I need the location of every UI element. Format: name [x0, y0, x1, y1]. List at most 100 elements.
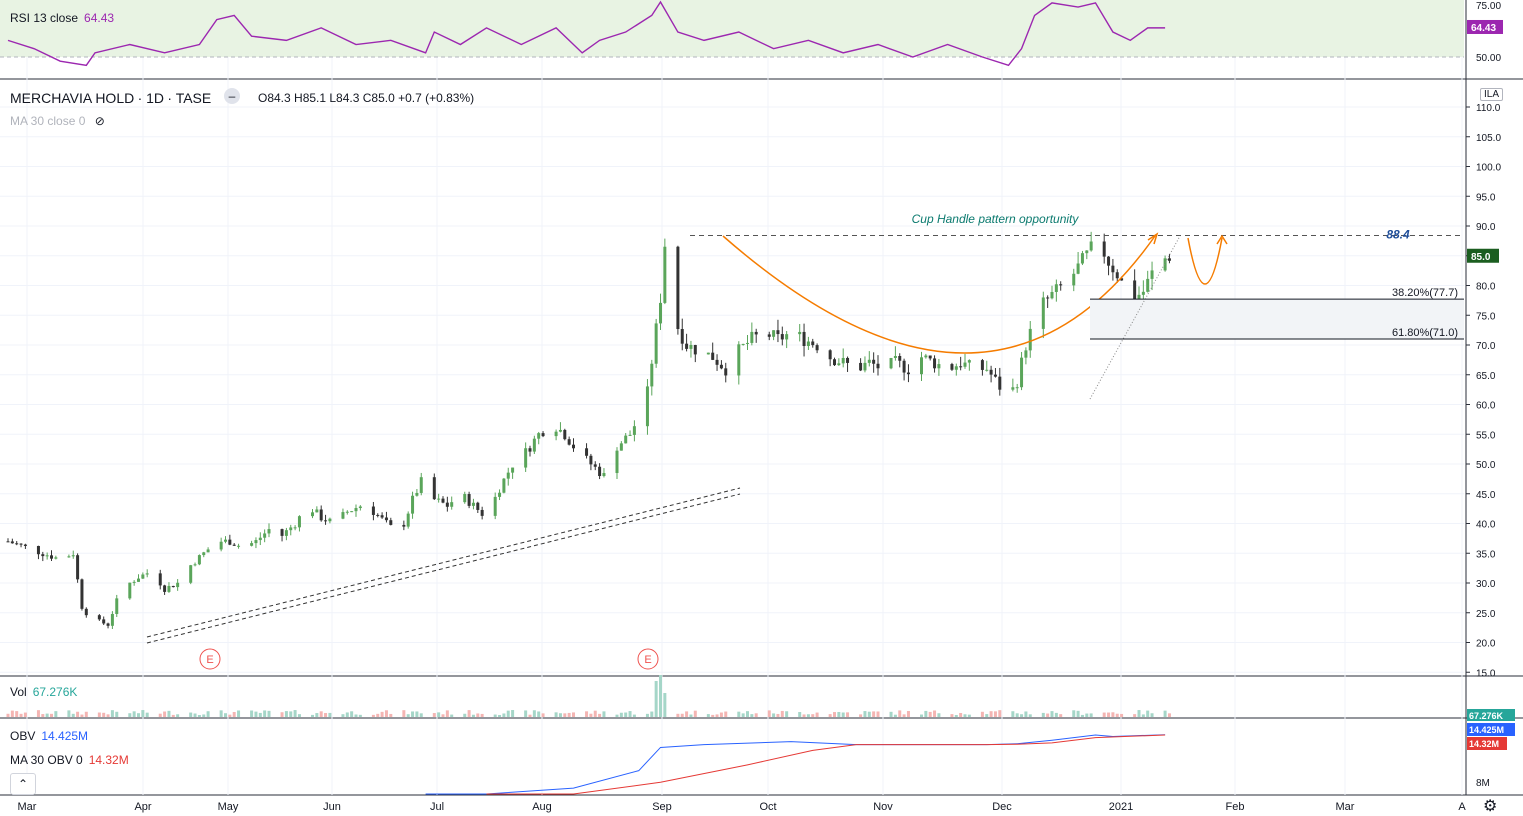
- rsi-legend[interactable]: RSI 13 close 64.43: [10, 11, 114, 25]
- volume-bar: [776, 713, 780, 717]
- volume-bar: [1011, 711, 1015, 717]
- volume-bar: [746, 711, 749, 717]
- candle-body: [689, 344, 693, 349]
- candle-body: [1133, 280, 1137, 302]
- volume-bar: [780, 710, 784, 717]
- volume-bar: [615, 714, 619, 717]
- candle-body: [980, 360, 984, 370]
- rsi-value: 64.43: [84, 11, 115, 25]
- volume-bar: [1028, 714, 1032, 717]
- volume-bar: [906, 710, 910, 717]
- candle-body: [1107, 256, 1111, 266]
- candle-body: [1111, 265, 1115, 273]
- eye-off-icon[interactable]: ⊘: [95, 114, 105, 128]
- interval[interactable]: 1D: [146, 90, 164, 106]
- volume-bar: [102, 712, 106, 717]
- volume-bar: [724, 711, 728, 717]
- candle-body: [445, 502, 449, 507]
- candle-body: [985, 369, 989, 371]
- handle-curve: [1187, 237, 1223, 285]
- volume-bar: [802, 714, 806, 717]
- obv-ma-legend[interactable]: MA 30 OBV 0 14.32M: [10, 753, 129, 767]
- candle-body: [97, 615, 101, 620]
- candle-body: [297, 516, 301, 528]
- volume-bar: [663, 693, 667, 717]
- candle-body: [228, 539, 232, 545]
- price-chart[interactable]: 88.4 Cup Handle pattern opportunity 38.20%…: [0, 0, 1523, 814]
- candle-body: [76, 555, 80, 580]
- candle-body: [645, 386, 649, 427]
- volume-bar: [993, 711, 997, 717]
- candle-body: [480, 509, 484, 516]
- candle-body: [267, 529, 271, 534]
- gear-icon[interactable]: ⚙: [1483, 796, 1497, 816]
- volume-bar: [54, 711, 58, 717]
- candle-body: [602, 473, 606, 477]
- candle-body: [889, 357, 893, 369]
- candle-body: [998, 376, 1002, 390]
- volume-bar: [654, 681, 658, 717]
- symbol-name[interactable]: MERCHAVIA HOLD: [10, 90, 134, 106]
- volume-bar: [872, 711, 876, 717]
- volume-legend[interactable]: Vol 67.276K: [10, 685, 77, 699]
- obv-ma-value: 14.32M: [88, 753, 129, 767]
- volume-bar: [502, 713, 506, 717]
- volume-bar: [619, 712, 623, 717]
- scroll-up-button[interactable]: ⌃: [10, 773, 36, 795]
- y-tick-label: 40.0: [1476, 520, 1496, 531]
- symbol-legend[interactable]: MERCHAVIA HOLD · 1D · TASE: [10, 90, 211, 106]
- volume-bar: [1150, 713, 1154, 717]
- candle-body: [102, 619, 106, 624]
- volume-bar: [693, 710, 697, 717]
- collapse-legend-button[interactable]: –: [224, 88, 240, 104]
- candle-body: [676, 246, 680, 330]
- candle-body: [785, 334, 789, 340]
- volume-bar: [254, 711, 258, 717]
- volume-bar: [558, 713, 562, 717]
- obv-legend[interactable]: OBV 14.425M: [10, 729, 88, 743]
- volume-bar: [145, 712, 149, 717]
- pattern-label: Cup Handle pattern opportunity: [912, 212, 1080, 226]
- volume-bar: [1163, 710, 1167, 717]
- volume-bar: [1111, 712, 1115, 717]
- volume-bar: [632, 714, 636, 717]
- obv-tick-label: 8M: [1476, 778, 1490, 789]
- volume-bar: [250, 710, 254, 717]
- candle-body: [772, 330, 776, 337]
- volume-bar: [928, 711, 932, 717]
- candle-body: [719, 364, 723, 369]
- volume-bar: [219, 710, 223, 717]
- x-tick-label: Nov: [873, 801, 893, 813]
- volume-bar: [137, 713, 140, 717]
- resistance-label: 88.4: [1386, 228, 1410, 242]
- volume-bar: [1141, 714, 1145, 717]
- volume-bar: [345, 712, 349, 717]
- volume-bar: [967, 714, 971, 717]
- candle-body: [737, 344, 741, 376]
- volume-bar: [224, 713, 227, 717]
- candle-body: [206, 549, 210, 553]
- candle-body: [319, 509, 323, 521]
- volume-bar: [341, 714, 345, 717]
- volume-bar: [371, 714, 375, 717]
- volume-bar: [167, 710, 171, 717]
- fib-level-label: 38.20%(77.7): [1392, 287, 1458, 299]
- x-tick-label: May: [218, 801, 239, 813]
- volume-bar: [1137, 710, 1141, 717]
- volume-bar: [441, 714, 445, 717]
- candle-body: [715, 359, 719, 365]
- candle-body: [1102, 241, 1106, 257]
- candle-body: [619, 443, 623, 451]
- candle-body: [36, 545, 40, 555]
- volume-bar: [84, 711, 88, 717]
- ma-legend[interactable]: MA 30 close 0 ⊘: [10, 114, 105, 128]
- candle-body: [189, 565, 193, 583]
- volume-bar: [624, 712, 628, 717]
- volume-bar: [467, 710, 471, 717]
- candle-body: [419, 477, 423, 493]
- volume-bar: [128, 713, 132, 717]
- candle-body: [132, 581, 136, 583]
- volume-bar: [202, 714, 206, 717]
- candle-body: [846, 357, 850, 363]
- candle-body: [493, 496, 497, 516]
